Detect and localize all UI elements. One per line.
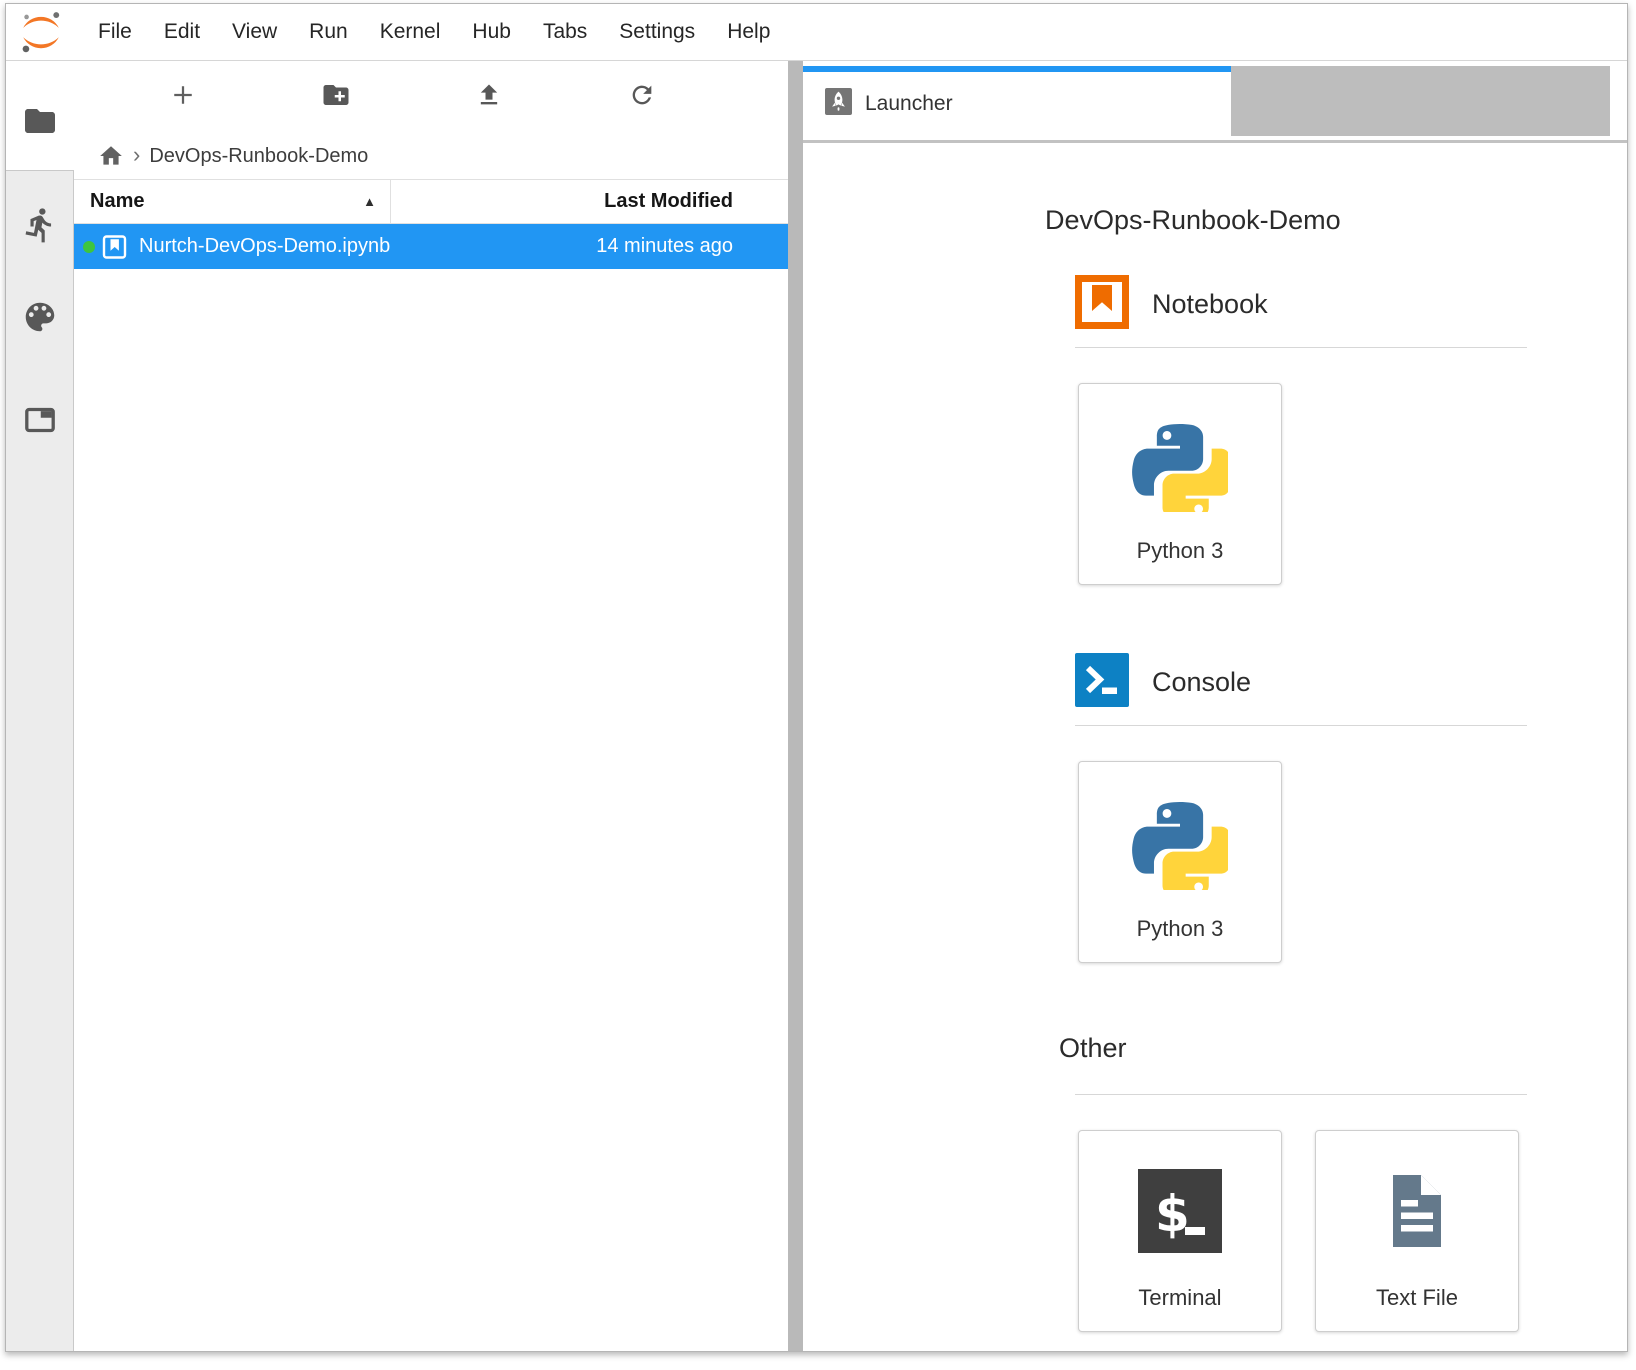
modified-column-label: Last Modified (604, 190, 733, 213)
svg-text:$: $ (1155, 1185, 1190, 1243)
launcher-section-notebook: Notebook Python (1075, 277, 1527, 585)
menu-file[interactable]: File (82, 20, 148, 44)
jupyter-logo (18, 9, 64, 55)
menu-view[interactable]: View (216, 20, 293, 44)
sidebar-item-running[interactable] (18, 203, 62, 247)
section-label: Console (1152, 667, 1251, 698)
breadcrumb: › DevOps-Runbook-Demo (74, 133, 788, 179)
card-label: Text File (1376, 1285, 1458, 1311)
launcher-card-text-file[interactable]: Text File (1315, 1130, 1519, 1332)
tab-bar: Launcher (803, 66, 1627, 136)
breadcrumb-separator: › (133, 142, 140, 168)
section-label: Notebook (1152, 289, 1268, 320)
python-logo-icon (1132, 768, 1228, 916)
sidebar-item-commands[interactable] (18, 295, 62, 339)
text-file-icon (1375, 1137, 1459, 1285)
dock-panel: Launcher DevOps-Runbook-Demo (803, 61, 1627, 1351)
panel-divider-handle[interactable] (788, 61, 803, 1351)
running-man-icon (21, 206, 59, 244)
menu-kernel[interactable]: Kernel (364, 20, 457, 44)
new-launcher-button[interactable] (106, 73, 259, 121)
console-section-icon (1075, 653, 1129, 712)
launcher-cwd-title: DevOps-Runbook-Demo (1045, 205, 1527, 236)
section-rule (1075, 347, 1527, 348)
kernel-running-dot (83, 241, 95, 253)
tab-launcher[interactable]: Launcher (803, 66, 1231, 136)
launcher-card-terminal[interactable]: $ Terminal (1078, 1130, 1282, 1332)
file-row-selected[interactable]: Nurtch-DevOps-Demo.ipynb 14 minutes ago (74, 224, 788, 269)
file-modified: 14 minutes ago (390, 235, 788, 258)
card-label: Python 3 (1137, 538, 1224, 564)
card-label: Terminal (1138, 1285, 1221, 1311)
name-column-label: Name (90, 190, 144, 213)
palette-icon (21, 298, 59, 336)
launcher-panel: DevOps-Runbook-Demo Notebook (803, 143, 1627, 1351)
launcher-section-console: Console Python 3 (1075, 655, 1527, 963)
menu-edit[interactable]: Edit (148, 20, 216, 44)
new-folder-button[interactable] (259, 73, 412, 121)
sidebar-item-tabs[interactable] (18, 398, 62, 442)
refresh-button[interactable] (565, 73, 718, 121)
activity-bar (6, 61, 74, 1351)
menu-settings[interactable]: Settings (603, 20, 711, 44)
jupyterlab-window: File Edit View Run Kernel Hub Tabs Setti… (5, 3, 1628, 1352)
tabs-icon (22, 402, 58, 438)
tab-launcher-label: Launcher (865, 92, 953, 116)
activity-bar-background (6, 170, 74, 1351)
card-label: Python 3 (1137, 916, 1224, 942)
launcher-section-other: Other $ (1075, 1033, 1527, 1332)
menu-help[interactable]: Help (711, 20, 786, 44)
menu-hub[interactable]: Hub (456, 20, 527, 44)
section-label: Other (1059, 1033, 1127, 1064)
notebook-section-icon (1075, 275, 1129, 334)
file-browser-panel: › DevOps-Runbook-Demo Name ▲ Last Modifi… (74, 61, 788, 1351)
terminal-icon: $ (1138, 1137, 1222, 1285)
section-header-notebook: Notebook (1075, 277, 1527, 331)
notebook-file-icon (102, 234, 128, 260)
folder-icon (22, 103, 58, 139)
home-icon[interactable] (98, 143, 124, 169)
menu-tabs[interactable]: Tabs (527, 20, 603, 44)
file-name: Nurtch-DevOps-Demo.ipynb (139, 235, 390, 258)
python-logo-icon (1132, 390, 1228, 538)
section-header-other: Other (1059, 1033, 1527, 1064)
section-header-console: Console (1075, 655, 1527, 709)
breadcrumb-folder[interactable]: DevOps-Runbook-Demo (149, 145, 368, 168)
column-header-name[interactable]: Name ▲ (74, 180, 390, 223)
launcher-rocket-icon (825, 88, 852, 120)
new-folder-icon (321, 80, 351, 115)
section-rule (1075, 1094, 1527, 1095)
column-header-modified[interactable]: Last Modified (390, 180, 788, 223)
menu-run[interactable]: Run (293, 20, 364, 44)
section-rule (1075, 725, 1527, 726)
upload-icon (475, 81, 503, 114)
file-browser-toolbar (74, 61, 788, 133)
upload-button[interactable] (412, 73, 565, 121)
file-list-header: Name ▲ Last Modified (74, 179, 788, 224)
refresh-icon (628, 81, 656, 114)
menu-bar: File Edit View Run Kernel Hub Tabs Setti… (6, 4, 1627, 61)
sidebar-item-files[interactable] (18, 99, 62, 143)
sort-ascending-icon: ▲ (363, 194, 376, 209)
plus-icon (168, 80, 198, 115)
launcher-card-console-python3[interactable]: Python 3 (1078, 761, 1282, 963)
launcher-card-notebook-python3[interactable]: Python 3 (1078, 383, 1282, 585)
